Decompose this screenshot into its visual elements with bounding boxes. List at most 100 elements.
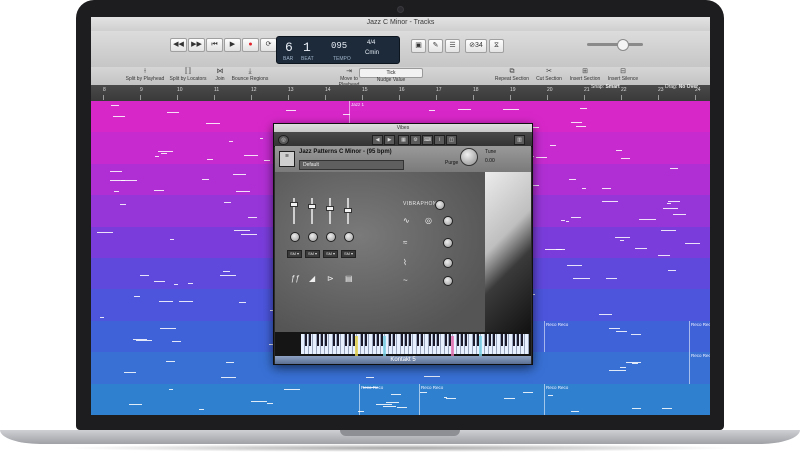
black-key[interactable] [309,334,311,346]
mic-fader[interactable] [329,198,331,224]
black-key[interactable] [429,334,431,346]
black-key[interactable] [349,334,351,346]
fader-handle[interactable] [326,206,334,211]
tuner-button[interactable]: ⧖ [489,39,504,53]
black-key[interactable] [433,334,435,346]
purge-button[interactable]: Purge [445,160,458,166]
black-key[interactable] [337,334,339,346]
black-key[interactable] [389,334,391,346]
midi-note [536,156,548,158]
midi-note [561,220,565,222]
pan-knob[interactable] [308,232,318,242]
mic-select[interactable]: SM ▾ [341,250,356,258]
effect-knob[interactable] [443,216,453,226]
mic-select[interactable]: SM ▾ [323,250,338,258]
black-key[interactable] [409,334,411,346]
timeline-ruler[interactable]: Snap: Smart Drag: No Over 8 9 10 11 12 13 14 15… [91,84,710,102]
mic-select[interactable]: SM ▾ [287,250,302,258]
midi-note [522,391,534,393]
split-by-playhead-tool[interactable]: ⟊ Split by Playhead [125,67,165,82]
effect-knob[interactable] [443,258,453,268]
effect-knob[interactable] [443,238,453,248]
black-key[interactable] [501,334,503,346]
black-key[interactable] [305,334,307,346]
snapshot-select[interactable]: Default [299,160,404,170]
repeat-section-tool[interactable]: ⧉ Repeat Section [491,67,533,82]
drag-control[interactable]: Drag: No Over [665,84,698,90]
kontakt-settings-icon[interactable]: ⚙ [410,135,421,145]
black-key[interactable] [365,334,367,346]
midi-note [238,301,247,303]
black-key[interactable] [361,334,363,346]
counter-button[interactable]: ⊘34 [465,39,487,53]
black-key[interactable] [521,334,523,346]
pan-knob[interactable] [326,232,336,242]
black-key[interactable] [373,334,375,346]
black-key[interactable] [437,334,439,346]
black-key[interactable] [489,334,491,346]
black-key[interactable] [321,334,323,346]
black-key[interactable] [505,334,507,346]
title-bar: Jazz C Minor - Tracks [91,17,710,32]
kontakt-window[interactable]: Vibes ◎ ◀ ▶ ▦ ⚙ ⌨ i ◫ ▥ ≋ Jazz Patterns … [273,123,533,365]
tune-knob[interactable] [460,148,478,166]
metronome-button[interactable]: ▣ [411,39,426,53]
insert-section-tool[interactable]: ⊞ Insert Section [565,67,605,82]
fader-handle[interactable] [308,204,316,209]
rewind-button[interactable]: ◀◀ [170,38,187,52]
black-key[interactable] [485,334,487,346]
list-button[interactable]: ☰ [445,39,460,53]
piano-keyboard[interactable] [301,334,529,356]
kontakt-rack-button[interactable]: ▦ [398,135,409,145]
black-key[interactable] [517,334,519,346]
split-by-locators-tool[interactable]: ⟦⟧ Split by Locators [168,67,208,82]
master-volume-track[interactable] [587,43,643,46]
fader-handle[interactable] [290,202,298,207]
lcd-display[interactable]: 6 1 BAR BEAT 095 TEMPO 4/4 Cmin [276,36,400,64]
black-key[interactable] [465,334,467,346]
play-button[interactable]: ▶ [224,38,241,52]
black-key[interactable] [333,334,335,346]
kontakt-info-icon[interactable]: i [434,135,445,145]
kontakt-keyboard-icon[interactable]: ⌨ [422,135,433,145]
track-lane[interactable]: Reco Reco Reco Reco Reco Reco [91,383,710,415]
fader-handle[interactable] [344,208,352,213]
black-key[interactable] [473,334,475,346]
black-key[interactable] [513,334,515,346]
black-key[interactable] [377,334,379,346]
pan-knob[interactable] [290,232,300,242]
black-key[interactable] [401,334,403,346]
bounce-regions-tool[interactable]: ⤓ Bounce Regions [230,67,270,82]
black-key[interactable] [393,334,395,346]
insert-silence-tool[interactable]: ⊟ Insert Silence [603,67,643,82]
black-key[interactable] [325,334,327,346]
go-to-start-button[interactable]: ⏮ [206,38,223,52]
black-key[interactable] [445,334,447,346]
black-key[interactable] [421,334,423,346]
master-volume-knob[interactable] [617,39,629,51]
black-key[interactable] [317,334,319,346]
black-key[interactable] [405,334,407,346]
black-key[interactable] [457,334,459,346]
black-key[interactable] [461,334,463,346]
effect-knob[interactable] [443,276,453,286]
record-button[interactable]: ● [242,38,259,52]
snap-control[interactable]: Snap: Smart [591,84,620,90]
mic-select[interactable]: SM ▾ [305,250,320,258]
midi-note [110,170,122,172]
black-key[interactable] [493,334,495,346]
kontakt-next-button[interactable]: ▶ [384,135,395,145]
cycle-button[interactable]: ⟳ [260,38,277,52]
midi-note [608,327,620,329]
cut-section-tool[interactable]: ✂ Cut Section [531,67,567,82]
pan-knob[interactable] [344,232,354,242]
mic-fader[interactable] [311,198,313,224]
effect-knob[interactable] [435,200,445,210]
black-key[interactable] [345,334,347,346]
black-key[interactable] [417,334,419,346]
forward-button[interactable]: ▶▶ [188,38,205,52]
pencil-button[interactable]: ✎ [428,39,443,53]
kontakt-prev-button[interactable]: ◀ [372,135,383,145]
pedal-icon: ⌇ [403,258,407,267]
midi-note [569,178,576,180]
